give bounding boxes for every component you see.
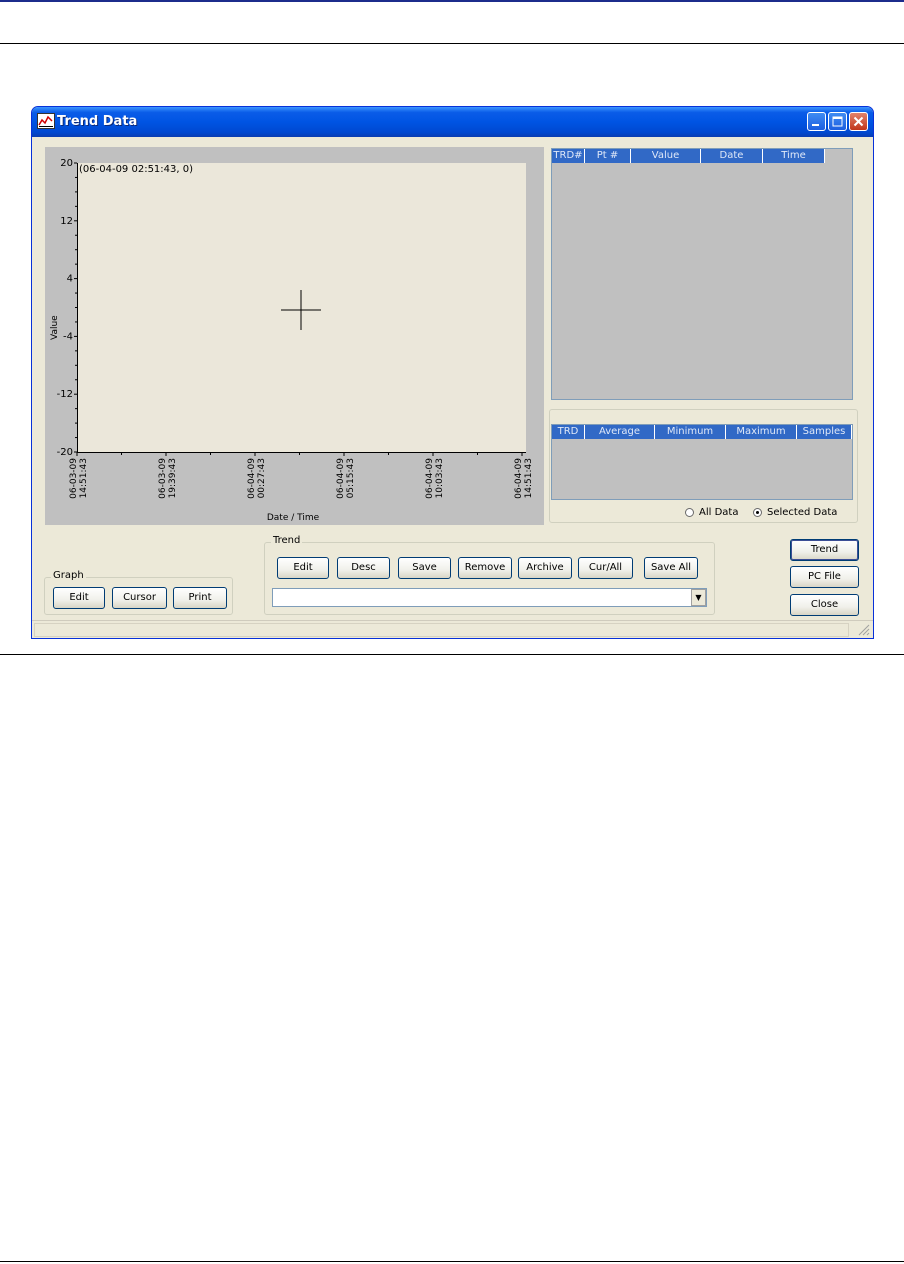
maximize-button[interactable] [828,112,847,131]
minimize-button[interactable] [807,112,826,131]
chevron-down-icon: ▼ [695,593,702,602]
trend-select[interactable]: ▼ [272,588,707,607]
column-header[interactable]: Date [701,149,763,163]
trend-desc-button[interactable]: Desc [337,557,390,579]
y-tick-label: -20 [57,447,73,458]
x-tick-label: 06-03-09 [158,458,168,499]
column-header[interactable]: Minimum [655,425,726,439]
minimize-icon [812,124,819,126]
trend-remove-button[interactable]: Remove [458,557,512,579]
page-top-rule [0,0,904,2]
column-header[interactable]: Value [631,149,701,163]
column-header[interactable]: Samples [797,425,852,439]
x-tick-label: 14:51:43 [524,458,534,498]
status-bar [32,620,873,638]
group-label: Trend [271,535,303,546]
y-tick-label: -4 [63,331,73,342]
trend-chart-panel: 20 12 4 -4 -12 -20 06-03-09 14:51:43 06-03-09 19… [45,147,544,525]
y-tick-label: 4 [67,274,73,285]
y-tick-label: -12 [57,389,73,400]
status-panel [34,623,849,637]
pc-file-button[interactable]: PC File [790,566,859,588]
trend-points-table[interactable]: TRD# Pt # Value Date Time [551,148,853,400]
close-button[interactable] [849,112,868,131]
column-header[interactable]: TRD [552,425,585,439]
column-header[interactable]: Average [585,425,655,439]
x-tick-label: 19:39:43 [168,458,178,498]
trend-edit-button[interactable]: Edit [277,557,329,579]
cursor-readout: (06-04-09 02:51:43, 0) [79,164,193,175]
x-tick-label: 06-04-09 [336,458,346,499]
radio-indicator[interactable] [685,507,694,517]
trend-chart-icon [37,113,55,129]
radio-indicator[interactable] [753,507,762,517]
resize-grip-icon[interactable] [858,624,870,636]
column-header[interactable]: TRD# [552,149,585,163]
radio-label: Selected Data [767,506,838,518]
x-tick-label: 00:27:43 [257,458,267,498]
close-dialog-button[interactable]: Close [790,594,859,616]
page-footer-rule [0,1261,904,1262]
x-tick-label: 06-04-09 [247,458,257,499]
trend-cur-all-button[interactable]: Cur/All [578,557,633,579]
trend-statistics-table[interactable]: TRD Average Minimum Maximum Samples [551,424,853,500]
window-title: Trend Data [57,114,138,129]
x-tick-label: 05:15:43 [346,458,356,498]
column-header[interactable]: Maximum [726,425,797,439]
x-tick-label: 06-04-09 [514,458,524,499]
group-label: Graph [51,570,86,581]
trend-button[interactable]: Trend [790,539,859,561]
selected-data-radio[interactable]: Selected Data [753,505,837,519]
graph-print-button[interactable]: Print [173,587,227,609]
maximize-icon [832,116,843,127]
dropdown-arrow-button[interactable]: ▼ [691,589,706,606]
table-header: TRD Average Minimum Maximum Samples [552,425,852,439]
y-tick-label: 20 [60,158,73,169]
column-header[interactable]: Time [763,149,825,163]
trend-save-all-button[interactable]: Save All [644,557,698,579]
title-bar[interactable]: Trend Data [32,107,873,137]
x-tick-label: 10:03:43 [435,458,445,498]
trend-chart[interactable]: 20124-4-12-20 06-03-09 14:51:43 06-03-09 19… [45,147,544,525]
column-header[interactable]: Pt # [585,149,631,163]
y-axis-label: Value [50,315,60,340]
graph-cursor-button[interactable]: Cursor [112,587,167,609]
radio-label: All Data [699,506,739,518]
x-tick-label: 06-04-09 [425,458,435,499]
figure-bottom-rule [0,654,904,655]
close-icon [853,116,864,127]
x-tick-label: 06-03-09 [69,458,79,499]
trend-archive-button[interactable]: Archive [518,557,572,579]
y-tick-label: 12 [60,216,73,227]
page-header-rule [0,43,904,44]
graph-edit-button[interactable]: Edit [53,587,105,609]
x-axis-label: Date / Time [267,513,320,523]
trend-data-window: Trend Data 20 12 4 -4 -12 -20 06-03-09 14 [31,106,874,639]
x-tick-label: 14:51:43 [79,458,89,498]
all-data-radio[interactable]: All Data [685,505,738,519]
table-header: TRD# Pt # Value Date Time [552,149,825,163]
trend-save-button[interactable]: Save [398,557,451,579]
